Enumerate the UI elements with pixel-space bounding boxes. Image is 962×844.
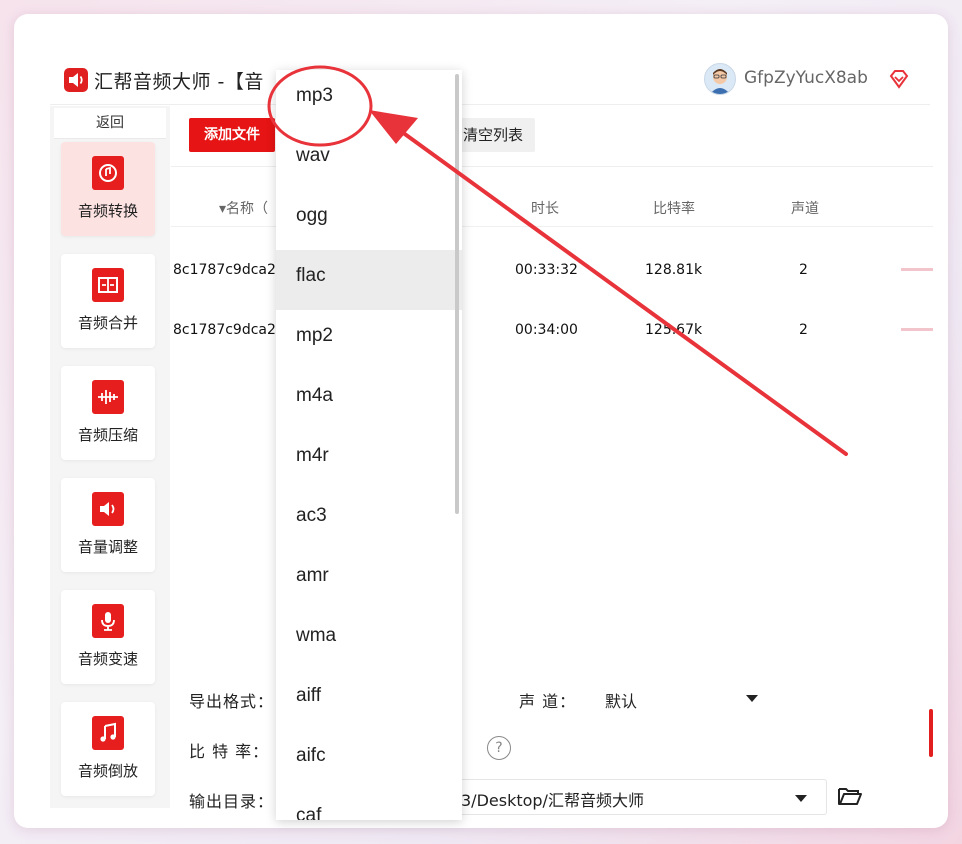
format-option-m4r[interactable]: m4r [276,430,462,490]
column-header-channels: 声道 [791,201,819,217]
sidebar-item-audio-convert[interactable]: 音频转换 [61,142,155,236]
add-file-button[interactable]: 添加文件 [189,118,275,152]
start-button-edge[interactable] [929,709,933,757]
sidebar-item-label: 音频变速 [77,650,138,668]
channel-select[interactable]: 默认 [605,688,637,712]
format-option-caf[interactable]: caf [276,790,462,820]
audio-compress-icon [92,380,124,414]
user-name[interactable]: GfpZyYucX8ab [744,68,868,88]
dropdown-scrollbar[interactable] [455,74,459,514]
folder-open-icon[interactable] [837,785,863,807]
format-option-flac[interactable]: flac [276,250,462,310]
cell-channels: 2 [799,322,808,338]
audio-reverse-icon [92,716,124,750]
sidebar-item-label: 音量调整 [77,538,138,556]
row-progress-bar [901,328,933,331]
vip-diamond-icon[interactable] [888,68,910,90]
cell-duration: 00:33:32 [515,262,578,278]
format-option-wma[interactable]: wma [276,610,462,670]
sidebar-item-volume-adjust[interactable]: 音量调整 [61,478,155,572]
help-icon[interactable]: ? [487,736,511,760]
export-format-label: 导出格式： [189,692,275,711]
sidebar-item-audio-merge[interactable]: 音频合并 [61,254,155,348]
volume-adjust-icon [92,492,124,526]
audio-speed-icon [92,604,124,638]
app-logo-icon [64,68,88,92]
cell-duration: 00:34:00 [515,322,578,338]
sidebar-item-label: 音频倒放 [77,762,138,780]
app-window: 汇帮音频大师 -【音 GfpZyYucX8ab 返回 音频转换 音频合并 音频压… [14,14,948,828]
output-dir-value: 3/Desktop/汇帮音频大师 [461,791,644,810]
cell-bitrate: 128.81k [645,262,703,278]
audio-merge-icon [92,268,124,302]
cell-bitrate: 125.67k [645,322,703,338]
sidebar-item-label: 音频合并 [77,314,138,332]
format-option-amr[interactable]: amr [276,550,462,610]
sidebar-item-audio-compress[interactable]: 音频压缩 [61,366,155,460]
format-option-ac3[interactable]: ac3 [276,490,462,550]
title-bar: 汇帮音频大师 -【音 GfpZyYucX8ab [14,14,948,104]
format-option-mp3[interactable]: mp3 [276,70,462,130]
user-avatar[interactable] [704,63,736,95]
output-dir-label: 输出目录： [189,792,275,811]
format-option-aiff[interactable]: aiff [276,670,462,730]
sidebar: 返回 音频转换 音频合并 音频压缩 音量调整 音频变速 音频倒放 [50,106,170,808]
format-dropdown-list[interactable]: mp3 wav ogg flac mp2 m4a m4r ac3 amr wma… [276,70,462,820]
column-header-duration: 时长 [531,201,559,217]
format-option-m4a[interactable]: m4a [276,370,462,430]
row-progress-bar [901,268,933,271]
back-button[interactable]: 返回 [54,108,166,139]
format-option-ogg[interactable]: ogg [276,190,462,250]
channel-label: 声 道： [519,692,577,711]
column-header-name[interactable]: ▾名称（ [219,198,268,218]
sidebar-item-label: 音频压缩 [77,426,138,444]
cell-filename: 8c1787c9dca2 [173,322,276,338]
column-header-bitrate: 比特率 [653,201,695,217]
app-title: 汇帮音频大师 -【音 [94,71,264,93]
clear-list-button[interactable]: 清空列表 [451,118,535,152]
cell-channels: 2 [799,262,808,278]
sidebar-item-audio-speed[interactable]: 音频变速 [61,590,155,684]
audio-convert-icon [92,156,124,190]
title-divider [50,104,930,105]
bitrate-label: 比 特 率： [189,742,270,761]
chevron-down-icon[interactable] [746,695,758,702]
cell-filename: 8c1787c9dca2 [173,262,276,278]
format-option-wav[interactable]: wav [276,130,462,190]
sidebar-item-audio-reverse[interactable]: 音频倒放 [61,702,155,796]
format-option-aifc[interactable]: aifc [276,730,462,790]
sidebar-item-label: 音频转换 [77,202,138,220]
chevron-down-icon[interactable] [795,795,807,802]
format-option-mp2[interactable]: mp2 [276,310,462,370]
